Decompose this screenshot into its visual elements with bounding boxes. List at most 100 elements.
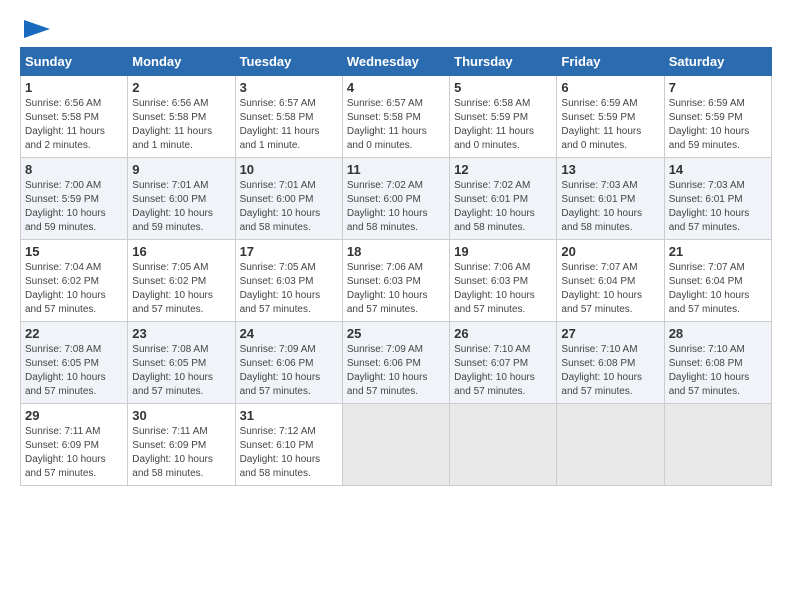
- day-info: Sunrise: 7:11 AMSunset: 6:09 PMDaylight:…: [25, 425, 123, 481]
- day-number: 10: [240, 162, 338, 177]
- day-info: Sunrise: 6:58 AMSunset: 5:59 PMDaylight:…: [454, 97, 552, 153]
- day-info: Sunrise: 7:05 AMSunset: 6:03 PMDaylight:…: [240, 261, 338, 317]
- calendar-week-row: 8 Sunrise: 7:00 AMSunset: 5:59 PMDaylight…: [21, 158, 772, 240]
- day-number: 17: [240, 244, 338, 259]
- column-header-wednesday: Wednesday: [342, 48, 449, 76]
- day-number: 11: [347, 162, 445, 177]
- calendar-cell: 7 Sunrise: 6:59 AMSunset: 5:59 PMDaylight…: [664, 76, 771, 158]
- day-info: Sunrise: 7:12 AMSunset: 6:10 PMDaylight:…: [240, 425, 338, 481]
- calendar-cell: 15 Sunrise: 7:04 AMSunset: 6:02 PMDayligh…: [21, 240, 128, 322]
- day-number: 13: [561, 162, 659, 177]
- calendar-cell: 16Sunrise: 7:05 AMSunset: 6:02 PMDayligh…: [128, 240, 235, 322]
- day-info: Sunrise: 7:08 AMSunset: 6:05 PMDaylight:…: [25, 343, 123, 399]
- day-number: 8: [25, 162, 123, 177]
- calendar-cell: 5 Sunrise: 6:58 AMSunset: 5:59 PMDaylight…: [450, 76, 557, 158]
- day-number: 29: [25, 408, 123, 423]
- day-number: 5: [454, 80, 552, 95]
- calendar-cell: 27Sunrise: 7:10 AMSunset: 6:08 PMDayligh…: [557, 322, 664, 404]
- column-header-friday: Friday: [557, 48, 664, 76]
- day-number: 3: [240, 80, 338, 95]
- day-number: 2: [132, 80, 230, 95]
- logo: [20, 20, 52, 43]
- day-number: 14: [669, 162, 767, 177]
- day-info: Sunrise: 7:03 AMSunset: 6:01 PMDaylight:…: [561, 179, 659, 235]
- calendar-cell: 14 Sunrise: 7:03 AMSunset: 6:01 PMDayligh…: [664, 158, 771, 240]
- day-number: 15: [25, 244, 123, 259]
- day-info: Sunrise: 7:07 AMSunset: 6:04 PMDaylight:…: [561, 261, 659, 317]
- day-info: Sunrise: 7:10 AMSunset: 6:08 PMDaylight:…: [669, 343, 767, 399]
- day-info: Sunrise: 6:59 AMSunset: 5:59 PMDaylight:…: [561, 97, 659, 153]
- column-header-sunday: Sunday: [21, 48, 128, 76]
- day-number: 7: [669, 80, 767, 95]
- day-number: 18: [347, 244, 445, 259]
- page-header: [20, 20, 772, 43]
- day-info: Sunrise: 6:56 AMSunset: 5:58 PMDaylight:…: [132, 97, 230, 153]
- calendar-cell: 19 Sunrise: 7:06 AMSunset: 6:03 PMDayligh…: [450, 240, 557, 322]
- day-info: Sunrise: 7:04 AMSunset: 6:02 PMDaylight:…: [25, 261, 123, 317]
- day-number: 20: [561, 244, 659, 259]
- day-info: Sunrise: 7:09 AMSunset: 6:06 PMDaylight:…: [347, 343, 445, 399]
- day-number: 6: [561, 80, 659, 95]
- day-number: 1: [25, 80, 123, 95]
- day-number: 25: [347, 326, 445, 341]
- day-info: Sunrise: 7:05 AMSunset: 6:02 PMDaylight:…: [132, 261, 230, 317]
- day-info: Sunrise: 7:01 AMSunset: 6:00 PMDaylight:…: [132, 179, 230, 235]
- day-info: Sunrise: 7:01 AMSunset: 6:00 PMDaylight:…: [240, 179, 338, 235]
- calendar-cell: 8 Sunrise: 7:00 AMSunset: 5:59 PMDaylight…: [21, 158, 128, 240]
- calendar-cell: 22Sunrise: 7:08 AMSunset: 6:05 PMDayligh…: [21, 322, 128, 404]
- calendar-cell: 31 Sunrise: 7:12 AMSunset: 6:10 PMDayligh…: [235, 404, 342, 486]
- day-info: Sunrise: 7:02 AMSunset: 6:01 PMDaylight:…: [454, 179, 552, 235]
- day-number: 30: [132, 408, 230, 423]
- day-info: Sunrise: 7:00 AMSunset: 5:59 PMDaylight:…: [25, 179, 123, 235]
- column-header-saturday: Saturday: [664, 48, 771, 76]
- day-number: 19: [454, 244, 552, 259]
- day-info: Sunrise: 7:10 AMSunset: 6:07 PMDaylight:…: [454, 343, 552, 399]
- calendar-cell: [664, 404, 771, 486]
- day-info: Sunrise: 7:08 AMSunset: 6:05 PMDaylight:…: [132, 343, 230, 399]
- day-info: Sunrise: 7:07 AMSunset: 6:04 PMDaylight:…: [669, 261, 767, 317]
- calendar-table: SundayMondayTuesdayWednesdayThursdayFrid…: [20, 47, 772, 486]
- day-info: Sunrise: 7:03 AMSunset: 6:01 PMDaylight:…: [669, 179, 767, 235]
- day-info: Sunrise: 7:11 AMSunset: 6:09 PMDaylight:…: [132, 425, 230, 481]
- day-info: Sunrise: 7:06 AMSunset: 6:03 PMDaylight:…: [454, 261, 552, 317]
- day-info: Sunrise: 7:02 AMSunset: 6:00 PMDaylight:…: [347, 179, 445, 235]
- calendar-cell: 3Sunrise: 6:57 AMSunset: 5:58 PMDaylight…: [235, 76, 342, 158]
- day-number: 23: [132, 326, 230, 341]
- calendar-cell: 21Sunrise: 7:07 AMSunset: 6:04 PMDayligh…: [664, 240, 771, 322]
- day-number: 26: [454, 326, 552, 341]
- calendar-cell: [342, 404, 449, 486]
- calendar-week-row: 29 Sunrise: 7:11 AMSunset: 6:09 PMDayligh…: [21, 404, 772, 486]
- day-info: Sunrise: 7:06 AMSunset: 6:03 PMDaylight:…: [347, 261, 445, 317]
- calendar-cell: 13 Sunrise: 7:03 AMSunset: 6:01 PMDayligh…: [557, 158, 664, 240]
- column-header-tuesday: Tuesday: [235, 48, 342, 76]
- calendar-week-row: 22Sunrise: 7:08 AMSunset: 6:05 PMDayligh…: [21, 322, 772, 404]
- calendar-cell: 10 Sunrise: 7:01 AMSunset: 6:00 PMDayligh…: [235, 158, 342, 240]
- calendar-cell: 4Sunrise: 6:57 AMSunset: 5:58 PMDaylight…: [342, 76, 449, 158]
- logo-area: [20, 20, 52, 43]
- calendar-week-row: 1 Sunrise: 6:56 AMSunset: 5:58 PMDaylight…: [21, 76, 772, 158]
- calendar-cell: 30 Sunrise: 7:11 AMSunset: 6:09 PMDayligh…: [128, 404, 235, 486]
- day-info: Sunrise: 6:59 AMSunset: 5:59 PMDaylight:…: [669, 97, 767, 153]
- calendar-cell: 23 Sunrise: 7:08 AMSunset: 6:05 PMDayligh…: [128, 322, 235, 404]
- calendar-cell: 1 Sunrise: 6:56 AMSunset: 5:58 PMDaylight…: [21, 76, 128, 158]
- calendar-cell: 29 Sunrise: 7:11 AMSunset: 6:09 PMDayligh…: [21, 404, 128, 486]
- calendar-cell: [557, 404, 664, 486]
- calendar-cell: 6 Sunrise: 6:59 AMSunset: 5:59 PMDaylight…: [557, 76, 664, 158]
- header-row: SundayMondayTuesdayWednesdayThursdayFrid…: [21, 48, 772, 76]
- day-number: 24: [240, 326, 338, 341]
- calendar-cell: [450, 404, 557, 486]
- logo-flag-icon: [22, 20, 52, 38]
- calendar-cell: 11 Sunrise: 7:02 AMSunset: 6:00 PMDayligh…: [342, 158, 449, 240]
- day-number: 12: [454, 162, 552, 177]
- calendar-cell: 24 Sunrise: 7:09 AMSunset: 6:06 PMDayligh…: [235, 322, 342, 404]
- calendar-cell: 12 Sunrise: 7:02 AMSunset: 6:01 PMDayligh…: [450, 158, 557, 240]
- column-header-monday: Monday: [128, 48, 235, 76]
- calendar-cell: 18 Sunrise: 7:06 AMSunset: 6:03 PMDayligh…: [342, 240, 449, 322]
- calendar-cell: 17 Sunrise: 7:05 AMSunset: 6:03 PMDayligh…: [235, 240, 342, 322]
- calendar-cell: 25 Sunrise: 7:09 AMSunset: 6:06 PMDayligh…: [342, 322, 449, 404]
- day-number: 31: [240, 408, 338, 423]
- calendar-week-row: 15 Sunrise: 7:04 AMSunset: 6:02 PMDayligh…: [21, 240, 772, 322]
- day-info: Sunrise: 7:09 AMSunset: 6:06 PMDaylight:…: [240, 343, 338, 399]
- day-number: 9: [132, 162, 230, 177]
- day-info: Sunrise: 6:56 AMSunset: 5:58 PMDaylight:…: [25, 97, 123, 153]
